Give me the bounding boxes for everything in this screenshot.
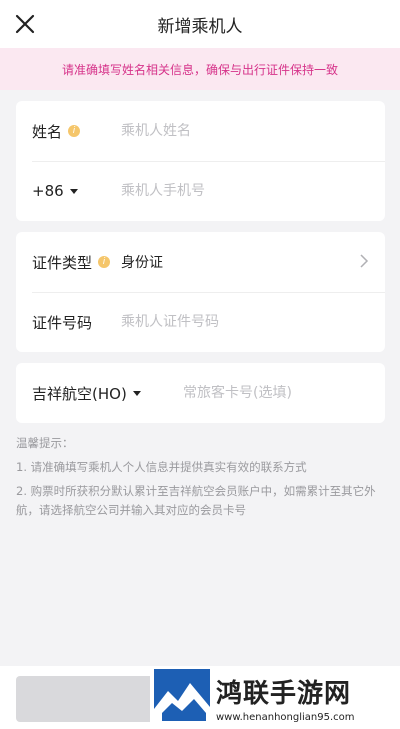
tip-item: 2. 购票时所获积分默认累计至吉祥航空会员账户中，如需累计至其它外航，请选择航空…: [16, 484, 376, 517]
phone-input[interactable]: [121, 183, 369, 199]
id-number-input[interactable]: [121, 314, 369, 330]
id-type-label: 证件类型: [32, 253, 93, 272]
passenger-info-card: 姓名 i +86: [16, 101, 385, 221]
airline-selector[interactable]: 吉祥航空(HO): [32, 383, 141, 404]
id-type-label-wrap: 证件类型 i: [32, 252, 111, 273]
watermark: 鸿联手游网 www.henanhonglian95.com: [150, 666, 400, 729]
tips-title: 温馨提示：: [16, 436, 74, 450]
name-input[interactable]: [121, 123, 369, 139]
notice-banner: 请准确填写姓名相关信息，确保与出行证件保持一致: [0, 48, 400, 90]
id-info-card: 证件类型 i 身份证 证件号码: [16, 232, 385, 352]
chevron-right-icon: [360, 254, 369, 268]
airline-row: 吉祥航空(HO): [16, 363, 385, 423]
country-code-label: +86: [32, 182, 64, 200]
header-bar: 新增乘机人: [0, 0, 400, 48]
close-button[interactable]: [10, 9, 40, 39]
airline-label: 吉祥航空(HO): [32, 384, 127, 403]
name-label-wrap: 姓名 i: [32, 121, 81, 142]
frequent-flyer-card: 吉祥航空(HO): [16, 363, 385, 423]
id-type-row[interactable]: 证件类型 i 身份证: [16, 232, 385, 292]
caret-down-icon: [69, 188, 78, 194]
watermark-text: 鸿联手游网 www.henanhonglian95.com: [216, 673, 355, 723]
id-number-label: 证件号码: [32, 313, 93, 332]
id-type-value: 身份证: [121, 255, 163, 271]
watermark-logo: [154, 668, 210, 727]
tip-item: 1. 请准确填写乘机人个人信息并提供真实有效的联系方式: [16, 460, 307, 474]
divider: [32, 292, 385, 293]
name-row: 姓名 i: [16, 101, 385, 161]
member-card-input[interactable]: [183, 385, 369, 401]
close-icon: [15, 14, 35, 34]
caret-down-icon: [132, 390, 141, 396]
name-label: 姓名: [32, 122, 63, 141]
phone-row: +86: [16, 161, 385, 221]
page-title: 新增乘机人: [157, 16, 243, 37]
tips-section: 温馨提示： 1. 请准确填写乘机人个人信息并提供真实有效的联系方式 2. 购票时…: [16, 434, 386, 525]
id-number-row: 证件号码: [16, 292, 385, 352]
divider: [32, 161, 385, 162]
info-icon[interactable]: i: [68, 125, 81, 137]
country-code-selector[interactable]: +86: [32, 182, 78, 200]
info-icon[interactable]: i: [98, 256, 111, 268]
watermark-title: 鸿联手游网: [216, 678, 352, 709]
watermark-url: www.henanhonglian95.com: [216, 711, 355, 723]
